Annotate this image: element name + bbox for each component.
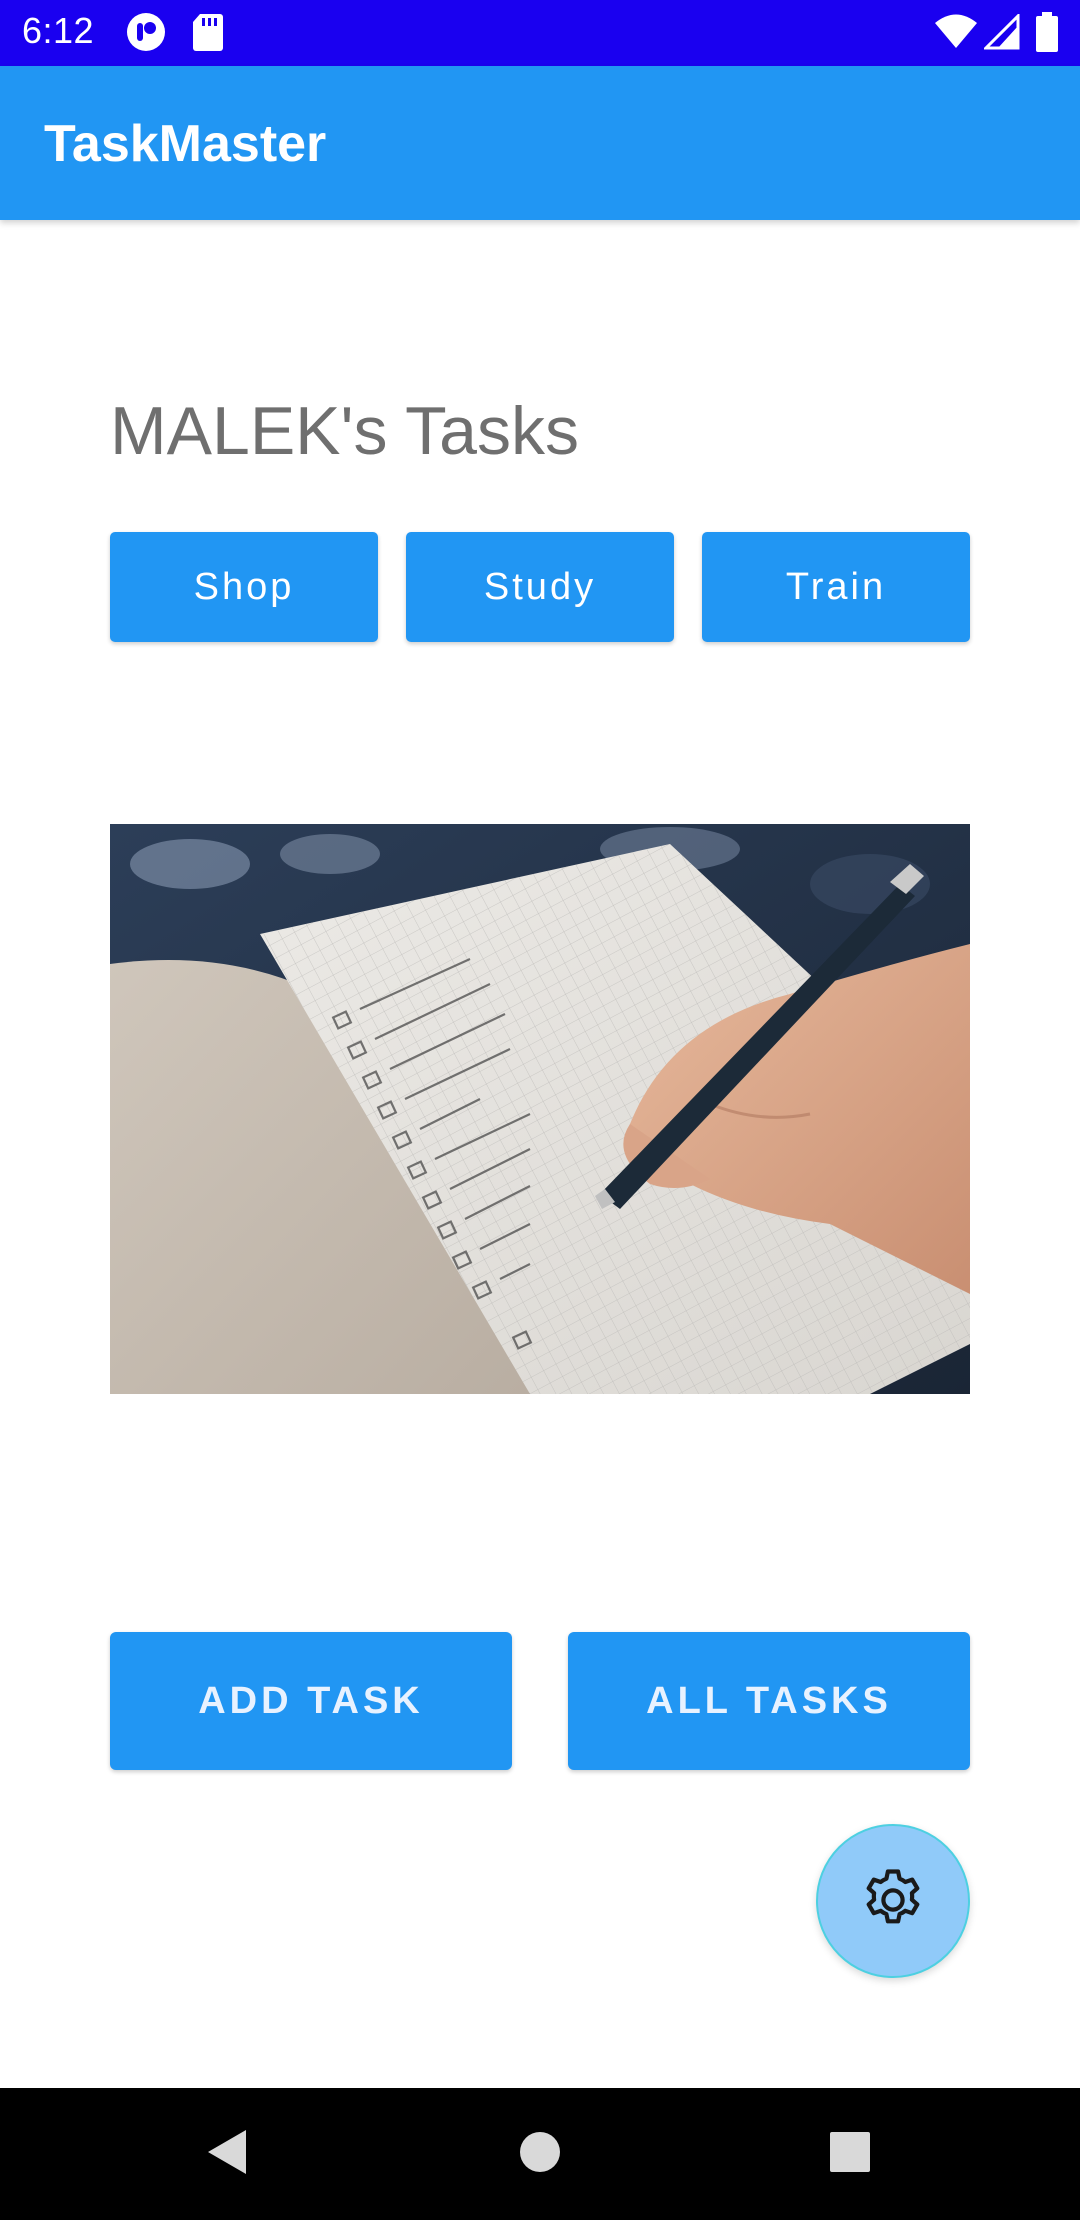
home-button[interactable] (450, 2088, 630, 2220)
app-title: TaskMaster (44, 115, 327, 173)
signal-icon (982, 12, 1020, 55)
shop-button[interactable]: Shop (110, 532, 378, 642)
wifi-icon (934, 14, 978, 55)
sd-card-icon (192, 12, 224, 57)
recents-icon (829, 2131, 871, 2178)
status-time: 6:12 (22, 10, 95, 51)
status-bar: 6:12 (0, 0, 1080, 66)
battery-icon (1036, 12, 1058, 57)
add-task-button[interactable]: ADD TASK (110, 1632, 512, 1770)
back-button[interactable] (136, 2088, 316, 2220)
navigation-bar (0, 2088, 1080, 2220)
all-tasks-button[interactable]: ALL TASKS (568, 1632, 970, 1770)
app-notification-icon (126, 12, 166, 57)
study-button[interactable]: Study (406, 532, 674, 642)
recents-button[interactable] (760, 2088, 940, 2220)
home-icon (519, 2131, 561, 2178)
app-bar: TaskMaster (0, 66, 1080, 220)
page-title: MALEK's Tasks (110, 393, 579, 469)
back-icon (204, 2128, 248, 2181)
gear-icon (857, 1864, 929, 1939)
settings-fab-button[interactable] (816, 1824, 970, 1978)
checklist-notebook-photo (110, 824, 970, 1394)
train-button[interactable]: Train (702, 532, 970, 642)
